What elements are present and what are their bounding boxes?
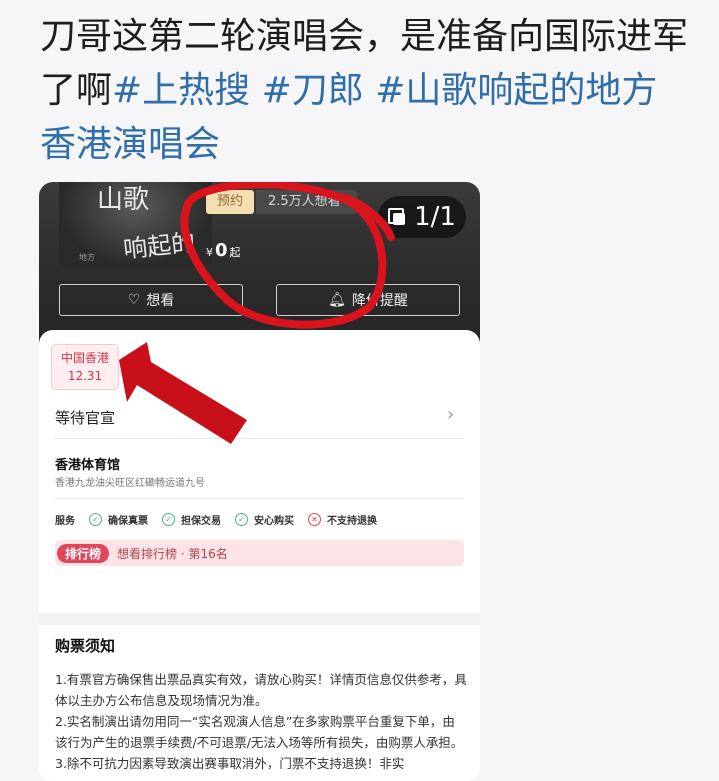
service-label: 服务 <box>55 516 75 527</box>
price: ¥0 起 <box>206 240 241 261</box>
price-suffix: 起 <box>229 246 241 259</box>
gallery-icon <box>388 208 406 226</box>
poster-line2: 响起的 <box>121 228 197 264</box>
hashtag-hot-search[interactable]: #上热搜 <box>112 70 250 111</box>
notice-body: 1.有票官方确保售出票品真实有效，请放心购买！详情页信息仅供参考，具体以主办方公… <box>55 669 467 774</box>
location-date: 12.31 <box>67 369 103 383</box>
check-icon: ✓ <box>89 513 102 526</box>
preorder-chip: 预约 <box>206 190 254 214</box>
ranking-text: 想看排行榜 · 第16名 <box>117 546 228 561</box>
poster-line1: 山歌 <box>97 185 150 215</box>
price-alert-button[interactable]: 🔔︎ 降价提醒 <box>276 284 460 316</box>
service-item: 安心购买 <box>254 516 294 527</box>
notice-title: 购票须知 <box>55 637 116 655</box>
wait-announcement[interactable]: 等待官宣 <box>55 407 115 428</box>
want-button-label: 想看 <box>146 293 175 309</box>
cross-icon: ✕ <box>308 513 321 526</box>
want-button[interactable]: ♡ 想看 <box>59 284 243 316</box>
divider <box>55 438 464 439</box>
image-counter[interactable]: 1/1 <box>378 196 466 238</box>
ticket-notice: 购票须知 1.有票官方确保售出票品真实有效，请放心购买！详情页信息仅供参考，具体… <box>39 625 480 781</box>
service-item: 担保交易 <box>181 516 221 527</box>
venue-address: 香港九龙油尖旺区红磡畅运道九号 <box>55 478 205 489</box>
check-icon: ✓ <box>235 513 248 526</box>
heart-icon: ♡ <box>127 292 141 308</box>
divider <box>55 498 464 499</box>
notice-line: 3.除不可抗力因素导致演出赛事取消外，门票不支持退换！非实 <box>55 756 405 771</box>
service-row[interactable]: 服务 ✓ 确保真票 ✓ 担保交易 ✓ 安心购买 ✕ 不支持退换 <box>55 512 385 527</box>
check-icon: ✓ <box>162 513 175 526</box>
poster-line3: 地方 <box>79 253 95 262</box>
post-text: 刀哥这第二轮演唱会，是准备向国际进军了啊#上热搜 #刀郎 #山歌响起的地方香港演… <box>40 10 690 172</box>
location-date-badge[interactable]: 中国香港 12.31 <box>51 344 119 390</box>
notice-line: 2.实名制演出请勿用同一“实名观演人信息”在多家购票平台重复下单，由该行为产生的… <box>55 714 464 750</box>
ranking-banner[interactable]: 排行榜 想看排行榜 · 第16名 <box>55 540 464 566</box>
want-count-chip: 2.5万人想看 <box>256 190 357 214</box>
ranking-pill: 排行榜 <box>57 543 110 563</box>
chevron-right-icon[interactable]: › <box>447 404 454 425</box>
hashtag-daolang[interactable]: #刀郎 <box>262 70 364 111</box>
price-currency: ¥ <box>206 246 213 259</box>
embedded-screenshot[interactable]: 山歌 响起的 地方 预约 2.5万人想看 ¥0 起 ♡ 想看 🔔︎ 降价提醒 中国… <box>39 182 480 781</box>
price-alert-label: 降价提醒 <box>351 293 408 309</box>
price-value: 0 <box>215 240 228 261</box>
event-info-card: 中国香港 12.31 等待官宣 › 香港体育馆 香港九龙油尖旺区红磡畅运道九号 … <box>39 330 480 613</box>
venue-name[interactable]: 香港体育馆 <box>55 454 120 473</box>
service-unsupported: 不支持退换 <box>327 516 377 527</box>
event-poster[interactable]: 山歌 响起的 地方 <box>59 182 212 266</box>
service-item: 确保真票 <box>108 516 148 527</box>
location-city: 中国香港 <box>60 351 109 365</box>
section-gap <box>39 613 480 625</box>
image-counter-label: 1/1 <box>414 202 456 232</box>
notice-line: 1.有票官方确保售出票品真实有效，请放心购买！详情页信息仅供参考，具体以主办方公… <box>55 672 467 708</box>
bell-icon: 🔔︎ <box>328 292 346 308</box>
